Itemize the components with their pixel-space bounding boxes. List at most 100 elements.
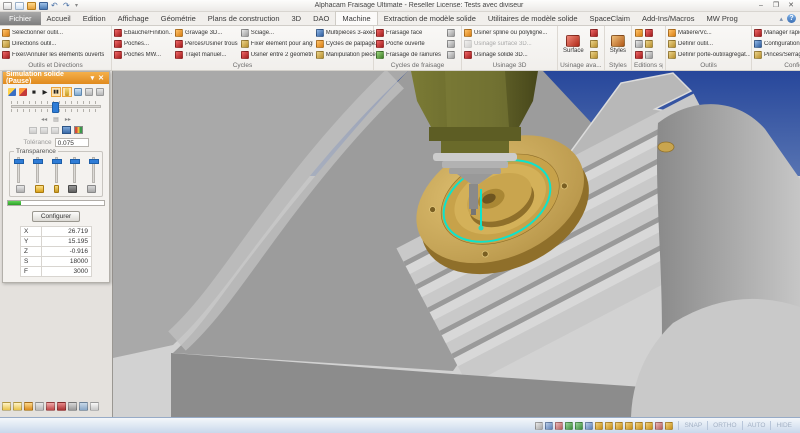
transparency-slider-3[interactable] (55, 157, 58, 183)
snapshot-icon[interactable] (74, 126, 83, 134)
transparency-slider-2[interactable] (36, 157, 39, 183)
transparency-slider-4[interactable] (73, 157, 76, 183)
layer-6-icon[interactable] (645, 422, 653, 430)
save-state-icon[interactable] (62, 126, 71, 134)
layer-3-icon[interactable] (615, 422, 623, 430)
window-1-icon[interactable] (2, 402, 11, 411)
tab-edition[interactable]: Edition (77, 12, 112, 25)
close-button[interactable]: ✕ (784, 1, 798, 11)
ortho-toggle[interactable]: ORTHO (707, 421, 741, 430)
grid-red-icon[interactable] (57, 402, 66, 411)
edit-axis-icon[interactable] (635, 29, 643, 37)
forward-icon[interactable]: ▸▸ (65, 116, 71, 123)
tool-red-icon[interactable] (46, 402, 55, 411)
viewport-3d[interactable] (113, 71, 800, 417)
minimize-button[interactable]: – (754, 1, 768, 11)
tab-addins-macros[interactable]: Add-Ins/Macros (636, 12, 701, 25)
tab-geometrie[interactable]: Géométrie (155, 12, 202, 25)
save-icon[interactable] (39, 2, 48, 10)
tab-fichier[interactable]: Fichier (0, 12, 41, 25)
binoculars-icon[interactable] (79, 402, 88, 411)
ucs-2-icon[interactable] (545, 422, 553, 430)
save-view-icon[interactable] (24, 402, 33, 411)
btn-usinage-avance-1[interactable] (590, 27, 602, 38)
pin-icon[interactable]: ▾ (89, 74, 97, 82)
speed-slider-handle[interactable] (52, 102, 59, 113)
step-forward-button[interactable] (84, 87, 94, 97)
ucs-1-icon[interactable] (535, 422, 543, 430)
redo-icon[interactable]: ↷ (63, 2, 72, 10)
edit-brush-icon[interactable] (645, 40, 653, 48)
simulate-tool-button[interactable] (18, 87, 28, 97)
ucs-3-icon[interactable] (555, 422, 563, 430)
help-icon[interactable]: ? (787, 14, 796, 23)
record-1-icon[interactable] (29, 127, 37, 134)
btn-usinage-avance-3[interactable] (590, 49, 602, 60)
btn-configuration-machine[interactable]: Configuration machine (754, 38, 800, 49)
edit-point-icon[interactable] (645, 29, 653, 37)
btn-poches[interactable]: Poches... (114, 38, 172, 49)
snap-toggle[interactable]: SNAP (678, 421, 707, 430)
tab-mw-prog[interactable]: MW Prog (700, 12, 743, 25)
btn-definir-outil[interactable]: Définir outil... (668, 38, 750, 49)
show-machine-button[interactable] (73, 87, 83, 97)
transparency-slider-5[interactable] (92, 157, 95, 183)
simulation-panel-titlebar[interactable]: Simulation solide (Pause) ▾ ✕ (3, 72, 109, 84)
btn-definir-porte-outil[interactable]: Définir porte-outil/agrégat... (668, 49, 750, 60)
btn-styles[interactable]: Styles (607, 27, 629, 61)
btn-surface[interactable]: Surface (560, 27, 587, 61)
layer-5-icon[interactable] (635, 422, 643, 430)
btn-manager-rapide-automatique[interactable]: Manager rapide automatique... (754, 27, 800, 38)
auto-toggle[interactable]: AUTO (742, 421, 771, 430)
btn-fixer-annuler-elements[interactable]: Fixer/Annuler les éléments ouverts (2, 49, 109, 60)
tolerance-input[interactable]: 0.075 (55, 138, 89, 147)
btn-poches-mw[interactable]: Poches MW... (114, 49, 172, 60)
btn-fraisage-opt-3[interactable] (447, 49, 459, 60)
rewind-icon[interactable]: ◂◂ (41, 116, 47, 123)
layer-2-icon[interactable] (605, 422, 613, 430)
btn-ebauche-finition[interactable]: Ebauche/Finition... (114, 27, 172, 38)
axis-xyz-icon[interactable] (565, 422, 573, 430)
btn-fraisage-rainures[interactable]: Fraisage de rainures (376, 49, 444, 60)
show-tool-button[interactable] (62, 87, 72, 97)
list-view-icon[interactable] (35, 402, 44, 411)
btn-trajet-manuel[interactable]: Trajet manuel... (175, 49, 238, 60)
axis-view-icon[interactable] (585, 422, 593, 430)
layer-1-icon[interactable] (595, 422, 603, 430)
qat-dropdown-icon[interactable]: ▾ (75, 2, 84, 10)
pause-button[interactable]: ▮▮ (51, 87, 61, 97)
btn-directions-outil[interactable]: Directions outil... (2, 38, 109, 49)
btn-poche-ouverte[interactable]: Poche ouverte (376, 38, 444, 49)
layer-4-icon[interactable] (625, 422, 633, 430)
edit-rect-icon[interactable] (635, 40, 643, 48)
btn-usinage-avance-2[interactable] (590, 38, 602, 49)
block-list-icon[interactable]: ▤ (53, 116, 59, 123)
tab-machine[interactable]: Machine (335, 11, 377, 25)
close-icon[interactable]: ✕ (96, 74, 106, 82)
speed-ratio-button[interactable] (95, 87, 105, 97)
edit-k-icon[interactable] (635, 51, 643, 59)
btn-multipieces-3-axes[interactable]: Multipièces 3-axes (316, 27, 376, 38)
new-file-icon[interactable] (3, 2, 12, 10)
btn-usiner-spline-polyligne[interactable]: Usiner spline ou polyligne... (464, 27, 555, 38)
record-3-icon[interactable] (51, 127, 59, 134)
axis-uvw-icon[interactable] (575, 422, 583, 430)
simulate-button[interactable] (7, 87, 17, 97)
stop-button[interactable]: ■ (29, 87, 39, 97)
tab-accueil[interactable]: Accueil (41, 12, 77, 25)
record-2-icon[interactable] (40, 127, 48, 134)
btn-fraisage-face[interactable]: Fraisage face (376, 27, 444, 38)
btn-selectionner-outil[interactable]: Sélectionner outil... (2, 27, 109, 38)
btn-fraisage-opt-1[interactable] (447, 27, 459, 38)
btn-fixer-element-angle-sciage[interactable]: Fixer élément pour angle de sciage (241, 38, 313, 49)
clamp-view-icon[interactable] (68, 402, 77, 411)
btn-perces-usiner-trous[interactable]: Perces/Usiner trous (175, 38, 238, 49)
btn-cycles-de-palpage[interactable]: Cycles de palpage... (316, 38, 376, 49)
tab-extraction-modele-solide[interactable]: Extraction de modèle solide (378, 12, 482, 25)
tab-spaceclaim[interactable]: SpaceClaim (584, 12, 636, 25)
tab-utilitaires-modele-solide[interactable]: Utilitaires de modèle solide (482, 12, 584, 25)
btn-usinage-solide-3d[interactable]: Usinage solide 3D... (464, 49, 555, 60)
restore-button[interactable]: ❐ (769, 1, 783, 11)
btn-matiere-vc[interactable]: Matière/Vc... (668, 27, 750, 38)
collapse-ribbon-icon[interactable]: ▴ (779, 15, 783, 23)
